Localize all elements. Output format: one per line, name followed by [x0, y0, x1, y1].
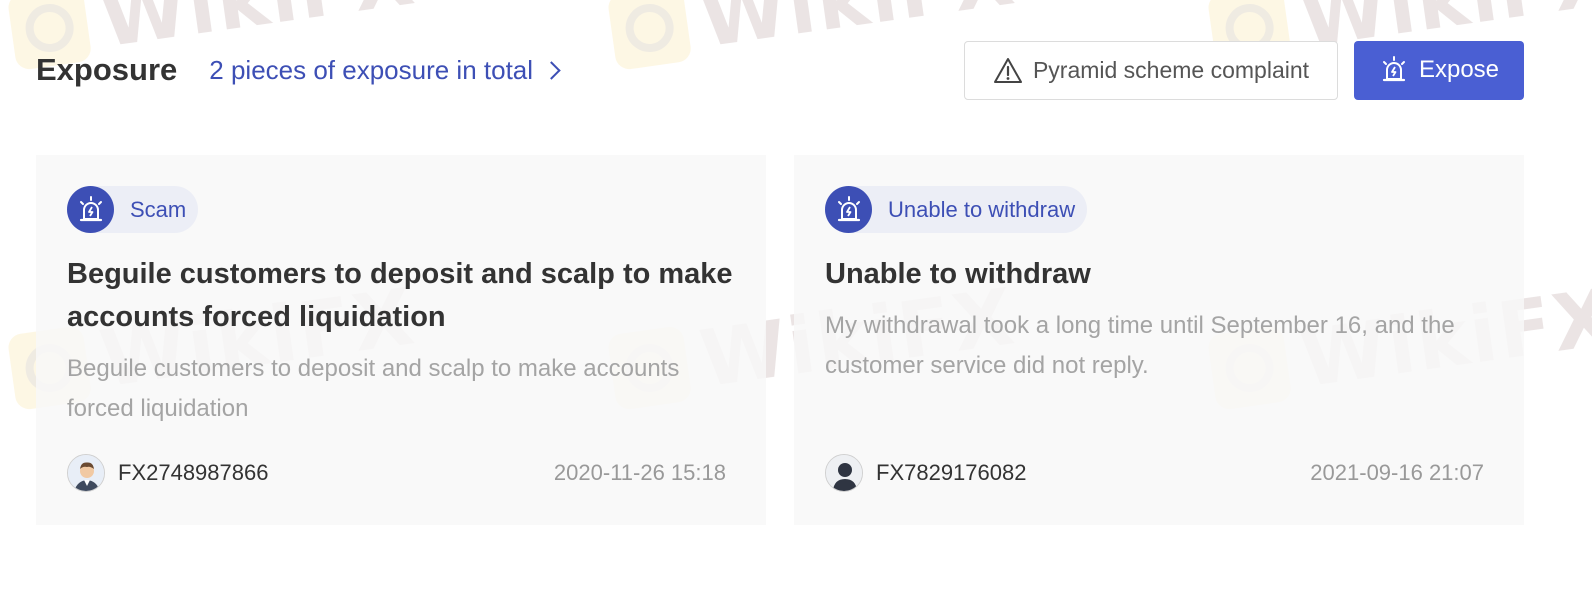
- user-id: FX2748987866: [118, 460, 269, 485]
- exposure-card[interactable]: Scam Beguile customers to deposit and sc…: [36, 155, 766, 525]
- expose-button[interactable]: Expose: [1354, 40, 1524, 100]
- exposure-card[interactable]: Unable to withdraw Unable to withdraw My…: [794, 155, 1524, 525]
- complaint-button-label: Pyramid scheme complaint: [1032, 56, 1310, 83]
- post-date: 2020-11-26 15:18: [553, 460, 726, 485]
- avatar: [825, 454, 863, 492]
- category-tag: Unable to withdraw: [825, 186, 1088, 233]
- category-tag-label: Unable to withdraw: [888, 196, 1076, 222]
- card-title: Beguile customers to deposit and scalp t…: [67, 258, 733, 333]
- card-footer: FX7829176082 2021-09-16 21:07: [825, 454, 1484, 492]
- card-description: My withdrawal took a long time until Sep…: [825, 312, 1455, 379]
- card-title: Unable to withdraw: [825, 258, 1091, 290]
- total-exposure-label: 2 pieces of exposure in total: [209, 54, 534, 85]
- exposure-header: Exposure 2 pieces of exposure in total P…: [36, 40, 1524, 100]
- alarm-siren-icon: [67, 186, 114, 233]
- card-footer: FX2748987866 2020-11-26 15:18: [67, 454, 726, 492]
- category-tag: Scam: [67, 186, 199, 233]
- alarm-siren-icon: [825, 186, 872, 233]
- post-date: 2021-09-16 21:07: [1310, 460, 1484, 485]
- card-description: Beguile customers to deposit and scalp t…: [67, 355, 680, 422]
- warning-triangle-icon: [993, 57, 1022, 83]
- exposure-card-list: Scam Beguile customers to deposit and sc…: [36, 155, 1524, 525]
- user-id: FX7829176082: [876, 460, 1027, 485]
- category-tag-label: Scam: [130, 196, 187, 222]
- alarm-siren-icon: [1382, 56, 1406, 82]
- page-title: Exposure: [36, 52, 178, 87]
- avatar: [67, 454, 105, 492]
- pyramid-complaint-button[interactable]: Pyramid scheme complaint: [964, 40, 1338, 100]
- total-exposure-link[interactable]: 2 pieces of exposure in total: [209, 54, 561, 86]
- chevron-right-icon: [542, 60, 561, 80]
- expose-button-label: Expose: [1418, 56, 1500, 83]
